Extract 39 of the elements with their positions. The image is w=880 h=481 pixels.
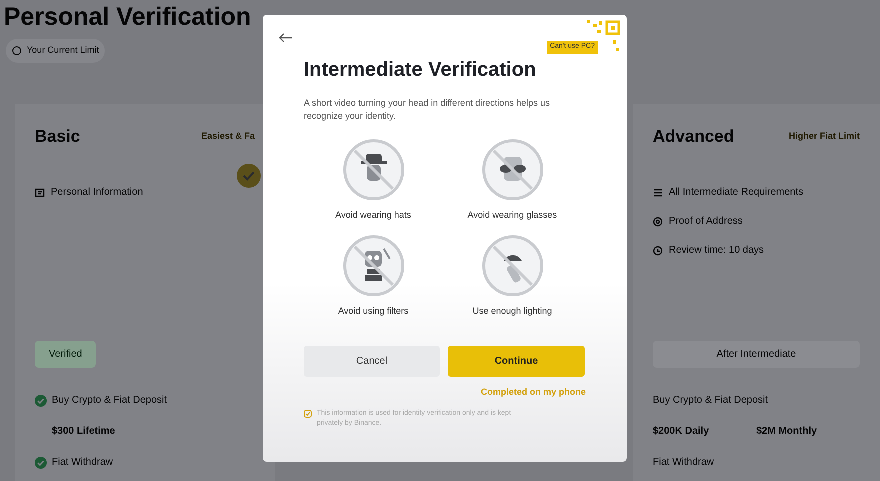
verified-status: Verified: [35, 341, 96, 368]
page-title: Personal Verification: [4, 3, 252, 31]
cancel-button[interactable]: Cancel: [304, 346, 440, 377]
requirement-text: Review time: 10 days: [669, 244, 764, 258]
requirement-text: All Intermediate Requirements: [669, 186, 804, 200]
limit-value: $300 Lifetime: [52, 425, 116, 440]
tier-tag: Higher Fiat Limit: [788, 130, 860, 144]
no-light-icon: [482, 234, 544, 296]
dialog-description: A short video turning your head in different directions helps us recognize your identity.: [304, 97, 551, 123]
tier-title: Advanced: [653, 126, 734, 148]
limit-label: Buy Crypto & Fiat Deposit: [52, 394, 168, 408]
no-filter-icon: [342, 234, 404, 296]
no-hat-icon: [342, 139, 404, 201]
continue-button[interactable]: Continue: [448, 346, 585, 377]
tip-label: Use enough lighting: [472, 304, 552, 318]
requirement-text: Personal Information: [51, 186, 144, 200]
tip-label: Avoid wearing glasses: [468, 209, 558, 222]
clock-icon: [653, 246, 663, 256]
location-icon: [653, 216, 663, 227]
circle-icon: [12, 46, 22, 56]
id-card-icon: [35, 188, 45, 198]
limit-label: Buy Crypto & Fiat Deposit: [653, 394, 768, 408]
requirement-text: Proof of Address: [669, 215, 743, 230]
current-limit-pill: Your Current Limit: [6, 39, 106, 62]
tip-label: Avoid using filters: [338, 304, 409, 318]
limit-label: Fiat Withdraw: [52, 456, 114, 470]
limit-value: $200K Daily: [653, 425, 710, 440]
limit-value: $2M Monthly: [756, 425, 818, 440]
check-circle-icon: [237, 164, 261, 188]
tier-tag: Easiest & Fa: [201, 130, 255, 144]
tier-title: Basic: [35, 126, 80, 148]
tip-label: Avoid wearing hats: [336, 209, 412, 222]
back-arrow-icon[interactable]: [279, 33, 293, 43]
no-glasses-icon: [482, 139, 544, 201]
list-icon: [653, 188, 663, 198]
dialog-title: Intermediate Verification: [304, 58, 538, 83]
verify-button[interactable]: After Intermediate: [653, 341, 860, 368]
shield-check-icon: [304, 410, 312, 418]
limit-label: Fiat Withdraw: [653, 456, 714, 470]
